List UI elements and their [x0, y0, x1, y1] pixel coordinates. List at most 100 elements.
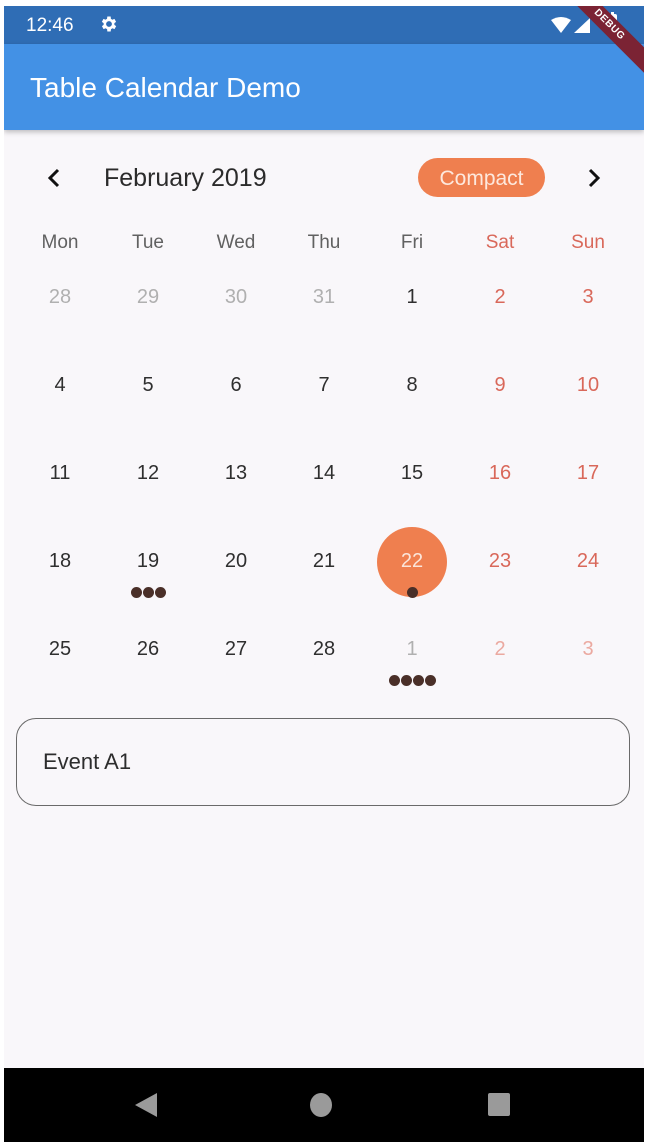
next-month-button[interactable]	[578, 162, 610, 194]
back-icon[interactable]	[135, 1093, 157, 1117]
event-marker-dot	[154, 587, 166, 598]
day-cell[interactable]: 30	[192, 254, 280, 342]
weekday-label: Tue	[131, 232, 165, 253]
event-list-item[interactable]: Event A1	[16, 718, 630, 806]
day-cell[interactable]: 10	[544, 342, 632, 430]
day-number: 1	[406, 638, 418, 660]
day-number: 27	[224, 638, 248, 660]
event-marker-dot	[406, 587, 418, 598]
status-time: 12:46	[26, 15, 74, 36]
day-number: 4	[54, 374, 66, 396]
day-cell[interactable]: 1	[368, 254, 456, 342]
day-number: 9	[494, 374, 506, 396]
home-icon[interactable]	[310, 1093, 332, 1117]
event-markers	[104, 587, 192, 598]
day-number: 23	[488, 550, 512, 572]
day-number: 8	[406, 374, 418, 396]
day-cell[interactable]: 8	[368, 342, 456, 430]
day-cell[interactable]: 18	[16, 518, 104, 606]
day-cell[interactable]: 4	[16, 342, 104, 430]
day-cell-selected[interactable]: 22	[368, 518, 456, 606]
day-cell[interactable]: 29	[104, 254, 192, 342]
day-cell[interactable]: 19	[104, 518, 192, 606]
day-number: 3	[582, 638, 594, 660]
day-cell[interactable]: 28	[16, 254, 104, 342]
previous-month-button[interactable]	[38, 162, 70, 194]
day-number: 25	[48, 638, 72, 660]
status-bar: 12:46	[4, 6, 644, 44]
day-cell[interactable]: 23	[456, 518, 544, 606]
day-number: 28	[312, 638, 336, 660]
day-cell[interactable]: 5	[104, 342, 192, 430]
day-number: 22	[400, 550, 424, 572]
event-marker-dot	[388, 675, 400, 686]
day-cell[interactable]: 16	[456, 430, 544, 518]
recents-icon[interactable]	[488, 1093, 510, 1116]
day-cell[interactable]: 14	[280, 430, 368, 518]
signal-icon	[574, 18, 590, 33]
day-cell[interactable]: 2	[456, 606, 544, 694]
day-cell[interactable]: 26	[104, 606, 192, 694]
screen: 12:46 Table Calendar Demo DEBUG February…	[4, 6, 644, 1142]
calendar-grid: 28 29 30 31 1 2 3 4 5 6 7 8 9 10 11 12 13 14 15 16 17 18 19 20 2…	[4, 254, 644, 694]
event-markers	[368, 587, 456, 598]
day-cell[interactable]: 15	[368, 430, 456, 518]
day-cell[interactable]: 24	[544, 518, 632, 606]
day-number: 2	[494, 638, 506, 660]
day-number: 24	[576, 550, 600, 572]
day-cell[interactable]: 21	[280, 518, 368, 606]
day-number: 18	[48, 550, 72, 572]
day-number: 13	[224, 462, 248, 484]
gear-icon	[101, 16, 117, 32]
day-number: 26	[136, 638, 160, 660]
day-cell[interactable]: 3	[544, 254, 632, 342]
day-cell[interactable]: 9	[456, 342, 544, 430]
day-cell[interactable]: 27	[192, 606, 280, 694]
day-number: 31	[312, 286, 336, 308]
weekday-label: Wed	[216, 232, 256, 253]
day-number: 1	[406, 286, 418, 308]
day-number: 2	[494, 286, 506, 308]
event-marker-dot	[400, 675, 412, 686]
day-number: 10	[576, 374, 600, 396]
day-number: 11	[49, 462, 71, 484]
day-number: 30	[224, 286, 248, 308]
day-cell[interactable]: 3	[544, 606, 632, 694]
day-cell[interactable]: 20	[192, 518, 280, 606]
day-number: 21	[312, 550, 336, 572]
day-cell[interactable]: 28	[280, 606, 368, 694]
chevron-left-icon	[47, 168, 60, 188]
day-number: 29	[136, 286, 160, 308]
day-cell[interactable]: 25	[16, 606, 104, 694]
chevron-right-icon	[588, 168, 601, 188]
day-number: 20	[224, 550, 248, 572]
day-cell[interactable]: 2	[456, 254, 544, 342]
navigation-bar	[4, 1068, 644, 1142]
day-number: 6	[230, 374, 242, 396]
calendar-header: February 2019 Compact	[4, 156, 644, 200]
weekday-label: Mon	[41, 232, 79, 253]
weekday-label: Thu	[307, 232, 341, 253]
app-bar: Table Calendar Demo	[4, 44, 644, 130]
day-number: 14	[312, 462, 336, 484]
day-cell[interactable]: 7	[280, 342, 368, 430]
day-cell[interactable]: 13	[192, 430, 280, 518]
day-number: 7	[318, 374, 330, 396]
day-cell[interactable]: 1	[368, 606, 456, 694]
event-marker-dot	[424, 675, 436, 686]
event-title: Event A1	[43, 749, 132, 774]
day-cell[interactable]: 6	[192, 342, 280, 430]
day-number: 12	[136, 462, 160, 484]
weekday-label: Sun	[571, 232, 605, 253]
event-markers	[368, 675, 456, 686]
month-title: February 2019	[104, 164, 267, 192]
day-number: 28	[48, 286, 72, 308]
day-number: 16	[488, 462, 512, 484]
event-marker-dot	[130, 587, 142, 598]
day-cell[interactable]: 31	[280, 254, 368, 342]
day-number: 19	[136, 550, 160, 572]
day-cell[interactable]: 12	[104, 430, 192, 518]
format-toggle-button[interactable]: Compact	[418, 158, 545, 197]
day-cell[interactable]: 11	[16, 430, 104, 518]
day-cell[interactable]: 17	[544, 430, 632, 518]
